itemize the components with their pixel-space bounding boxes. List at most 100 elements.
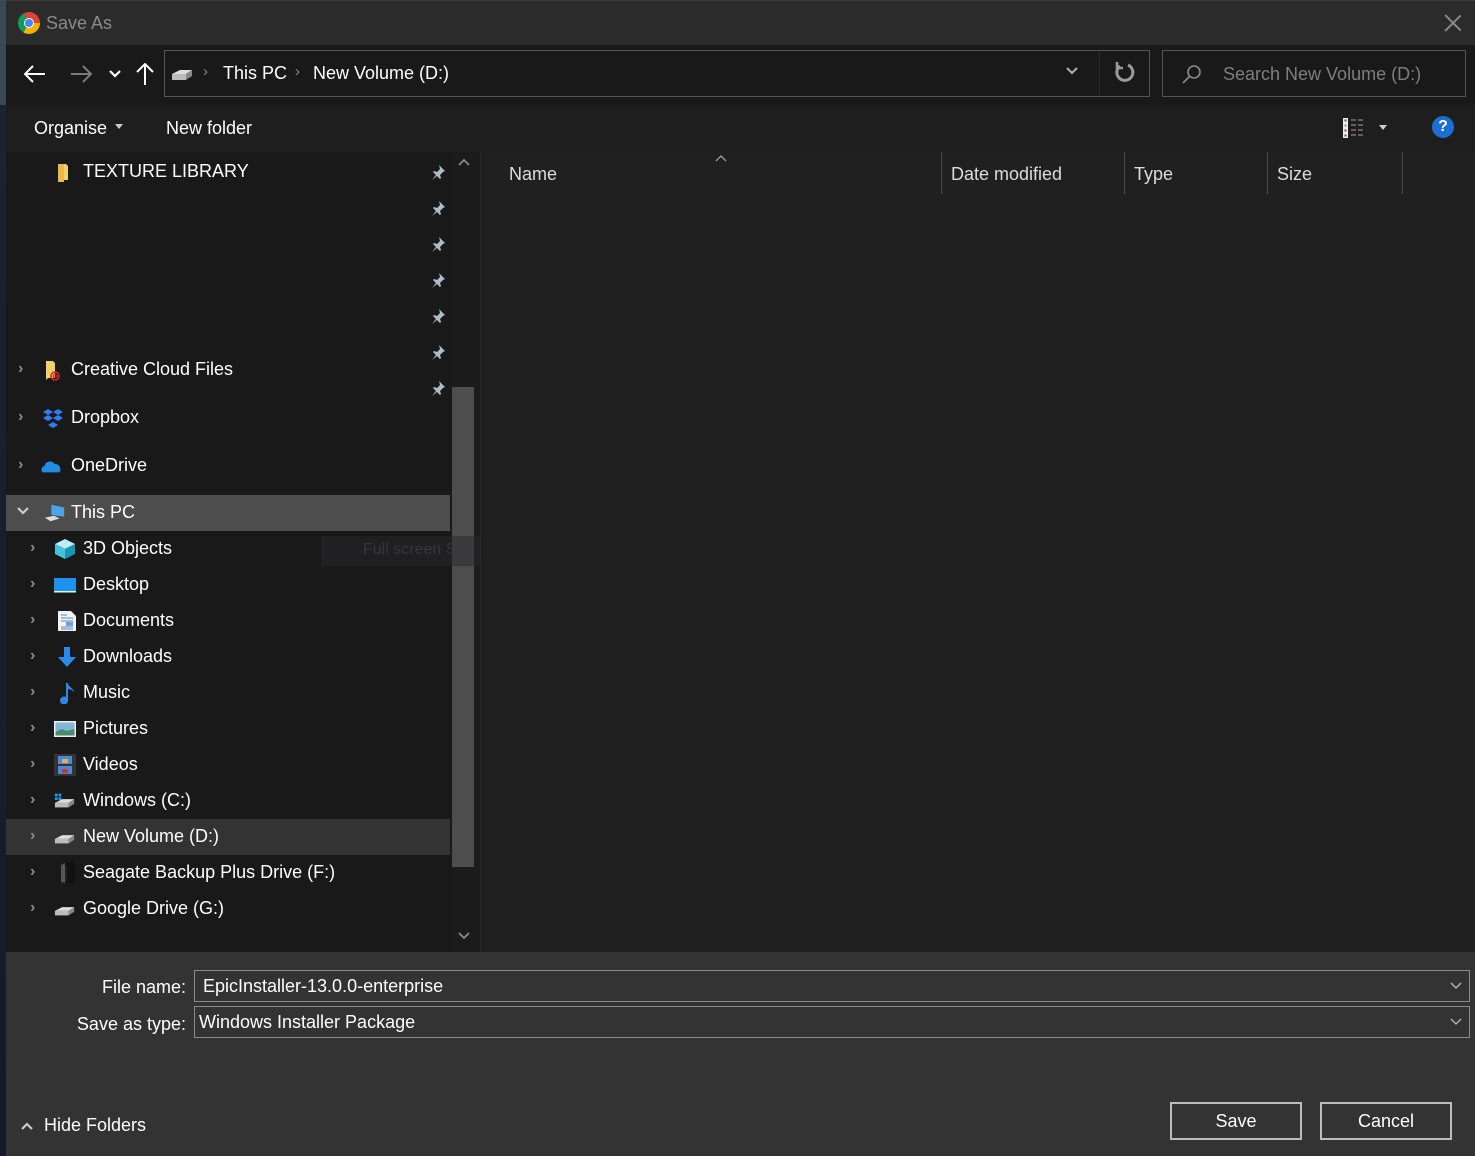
chevron-right-icon[interactable]: › — [30, 683, 44, 701]
address-history-dropdown[interactable] — [1065, 63, 1087, 83]
column-header-date-modified[interactable]: Date modified — [942, 152, 1124, 196]
sidebar-item-this-pc[interactable]: This PC — [6, 495, 450, 531]
address-bar[interactable]: › This PC › New Volume (D:) — [164, 50, 1150, 97]
chevron-right-icon[interactable]: › — [30, 827, 44, 845]
scrollbar-thumb[interactable] — [452, 387, 474, 867]
chevron-down-icon[interactable] — [1449, 975, 1463, 995]
title-bar: Save As — [6, 0, 1475, 45]
sidebar-item-label: Dropbox — [71, 407, 140, 427]
sidebar-item-documents[interactable]: › Documents — [6, 603, 450, 639]
sidebar-item-pictures[interactable]: › Pictures — [6, 711, 450, 747]
sidebar-item-dropbox[interactable]: › Dropbox — [6, 400, 450, 436]
sidebar-item-music[interactable]: › Music — [6, 675, 450, 711]
forward-button[interactable] — [68, 59, 94, 89]
sidebar-item-label: 3D Objects — [83, 538, 173, 558]
chevron-right-icon[interactable]: › — [30, 539, 44, 557]
column-header-name[interactable]: Name — [481, 152, 941, 196]
chevron-right-icon[interactable]: › — [18, 408, 32, 426]
documents-icon — [58, 611, 76, 631]
breadcrumb-this-pc[interactable]: This PC — [223, 63, 287, 84]
pin-icon[interactable] — [430, 200, 446, 216]
breadcrumb-new-volume[interactable]: New Volume (D:) — [313, 63, 449, 84]
up-icon — [136, 63, 154, 85]
sidebar-item-onedrive[interactable]: › OneDrive — [6, 448, 450, 484]
chevron-right-icon[interactable]: › — [30, 719, 44, 737]
scroll-up-icon[interactable] — [458, 158, 470, 168]
command-bar: Organise New folder ? — [6, 105, 1475, 152]
chevron-down-icon[interactable] — [16, 503, 30, 521]
chevron-right-icon[interactable]: › — [30, 899, 44, 917]
column-label: Size — [1277, 164, 1313, 184]
chevron-down-icon — [1066, 67, 1078, 75]
drive-icon — [54, 907, 75, 916]
chevron-right-icon[interactable]: › — [30, 755, 44, 773]
recent-locations-button[interactable] — [106, 59, 124, 89]
chevron-up-icon — [21, 1122, 33, 1131]
cancel-button[interactable]: Cancel — [1320, 1102, 1452, 1140]
up-button[interactable] — [134, 59, 156, 89]
sidebar-item-seagate-f[interactable]: › Seagate Backup Plus Drive (F:) — [6, 855, 450, 891]
sidebar-item-label: Music — [83, 682, 131, 702]
pin-icon[interactable] — [430, 164, 446, 180]
creative-cloud-folder-icon — [46, 361, 60, 381]
windows-drive-icon — [54, 793, 75, 808]
close-button[interactable] — [1441, 11, 1465, 35]
sidebar-item-google-drive-g[interactable]: › Google Drive (G:) — [6, 891, 450, 927]
help-button[interactable]: ? — [1432, 116, 1454, 138]
music-icon — [60, 683, 74, 704]
external-drive-icon — [61, 863, 75, 883]
sidebar-item-videos[interactable]: › Videos — [6, 747, 450, 783]
chevron-right-icon[interactable]: › — [30, 575, 44, 593]
save-options-panel: File name: EpicInstaller-13.0.0-enterpri… — [6, 952, 1475, 1156]
breadcrumb-separator[interactable]: › — [203, 63, 208, 80]
sidebar-item-label: Pictures — [83, 718, 149, 738]
sidebar-item-label: Windows (C:) — [83, 790, 192, 810]
sidebar-item-label: Creative Cloud Files — [71, 359, 234, 379]
folder-icon — [58, 164, 68, 182]
sidebar-item-new-volume-d[interactable]: › New Volume (D:) — [6, 819, 450, 855]
ghost-tooltip: Full screen Sni — [321, 536, 481, 566]
save-button[interactable]: Save — [1170, 1102, 1302, 1140]
refresh-button[interactable] — [1115, 60, 1139, 86]
chevron-right-icon[interactable]: › — [30, 611, 44, 629]
search-icon — [1182, 65, 1201, 84]
column-header-type[interactable]: Type — [1125, 152, 1267, 196]
hide-folders-button[interactable]: Hide Folders — [20, 1115, 146, 1136]
save-as-type-value: Windows Installer Package — [199, 1012, 416, 1032]
view-options-dropdown[interactable] — [1379, 125, 1387, 130]
search-input[interactable]: Search New Volume (D:) — [1162, 50, 1466, 97]
sidebar-item-texture-library[interactable]: TEXTURE LIBRARY — [6, 154, 450, 190]
breadcrumb-separator[interactable]: › — [295, 63, 300, 80]
column-header-size[interactable]: Size — [1268, 152, 1402, 196]
column-separator[interactable] — [1402, 152, 1403, 194]
pin-icon[interactable] — [430, 308, 446, 324]
chevron-right-icon[interactable]: › — [18, 456, 32, 474]
pin-icon[interactable] — [430, 272, 446, 288]
chevron-right-icon[interactable]: › — [30, 791, 44, 809]
chevron-right-icon[interactable]: › — [30, 647, 44, 665]
onedrive-icon — [41, 461, 61, 473]
column-label: Name — [509, 164, 558, 184]
window-title: Save As — [46, 13, 113, 33]
save-as-type-select[interactable]: Windows Installer Package — [194, 1006, 1470, 1038]
sidebar-item-label: Documents — [83, 610, 175, 630]
sidebar-item-downloads[interactable]: › Downloads — [6, 639, 450, 675]
chevron-down-icon[interactable] — [1449, 1011, 1463, 1031]
file-list[interactable]: Name Date modified Type Size — [481, 152, 1475, 952]
pin-icon[interactable] — [430, 236, 446, 252]
sidebar-item-desktop[interactable]: › Desktop — [6, 567, 450, 603]
chevron-right-icon[interactable]: › — [30, 863, 44, 881]
videos-icon — [54, 754, 76, 776]
sidebar-item-label: OneDrive — [71, 455, 148, 475]
sidebar-item-creative-cloud-files[interactable]: › Creative Cloud Files — [6, 352, 450, 388]
back-button[interactable] — [22, 59, 48, 89]
chevron-right-icon[interactable]: › — [18, 360, 32, 378]
chrome-icon — [18, 12, 40, 34]
sidebar-item-windows-c[interactable]: › Windows (C:) — [6, 783, 450, 819]
file-name-input[interactable]: EpicInstaller-13.0.0-enterprise — [194, 970, 1470, 1002]
details-view-icon[interactable] — [1342, 117, 1364, 139]
organise-button[interactable]: Organise — [34, 118, 124, 139]
sidebar-item-label: Google Drive (G:) — [83, 898, 225, 918]
new-folder-button[interactable]: New folder — [166, 118, 252, 139]
scroll-down-icon[interactable] — [458, 930, 470, 940]
